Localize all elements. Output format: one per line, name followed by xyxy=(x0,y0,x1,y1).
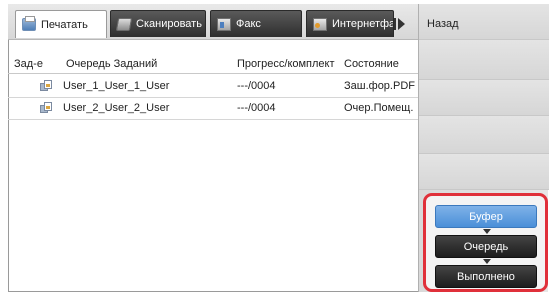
completed-button[interactable]: Выполнено xyxy=(435,265,537,288)
job-list-selector: Буфер Очередь Выполнено xyxy=(423,193,548,292)
tab-print-label: Печатать xyxy=(41,18,88,31)
column-header-queue: Очередь Заданий xyxy=(66,58,158,70)
tab-scan-label: Сканировать xyxy=(136,18,202,30)
buffer-button[interactable]: Буфер xyxy=(435,205,537,228)
arrow-down-icon xyxy=(483,229,491,234)
right-panel-slot xyxy=(419,154,549,190)
print-job-icon xyxy=(40,80,53,92)
right-panel-slot xyxy=(419,116,549,154)
buffer-button-label: Буфер xyxy=(469,210,503,223)
tab-internet-fax[interactable]: Интернетфакс xyxy=(306,10,394,37)
right-panel-slot xyxy=(419,80,549,116)
arrow-down-icon xyxy=(483,259,491,264)
internet-fax-icon xyxy=(313,17,327,31)
row-divider xyxy=(8,119,418,120)
job-progress: ---/0004 xyxy=(237,80,276,92)
tab-scan[interactable]: Сканировать xyxy=(110,10,206,37)
right-panel-slot xyxy=(419,40,549,80)
column-header-status: Состояние xyxy=(344,58,399,70)
fax-icon xyxy=(217,17,231,31)
scan-icon xyxy=(115,17,133,31)
back-button[interactable]: Назад xyxy=(419,4,549,40)
table-row[interactable]: User_2_User_2_User ---/0004 Очер.Помещ. xyxy=(8,97,418,119)
tab-print[interactable]: Печатать xyxy=(15,10,107,38)
column-header-job: Зад-е xyxy=(14,58,43,70)
completed-button-label: Выполнено xyxy=(457,270,515,283)
print-icon xyxy=(22,16,36,31)
queue-button[interactable]: Очередь xyxy=(435,235,537,258)
job-name: User_2_User_2_User xyxy=(63,102,170,114)
job-status: Заш.фор.PDF xyxy=(344,80,415,92)
header-divider xyxy=(8,73,418,74)
tab-internet-fax-label: Интернетфакс xyxy=(332,18,393,30)
job-progress: ---/0004 xyxy=(237,102,276,114)
column-header-progress: Прогресс/комплект xyxy=(237,58,335,70)
tab-scroll-right-icon[interactable] xyxy=(394,18,405,30)
job-status: Очер.Помещ. xyxy=(344,102,414,114)
job-name: User_1_User_1_User xyxy=(63,80,170,92)
table-row[interactable]: User_1_User_1_User ---/0004 Заш.фор.PDF xyxy=(8,75,418,97)
print-job-icon xyxy=(40,102,53,114)
tab-fax[interactable]: Факс xyxy=(210,10,302,37)
queue-button-label: Очередь xyxy=(463,240,509,253)
back-button-label: Назад xyxy=(427,18,459,30)
tab-fax-label: Факс xyxy=(236,18,261,30)
